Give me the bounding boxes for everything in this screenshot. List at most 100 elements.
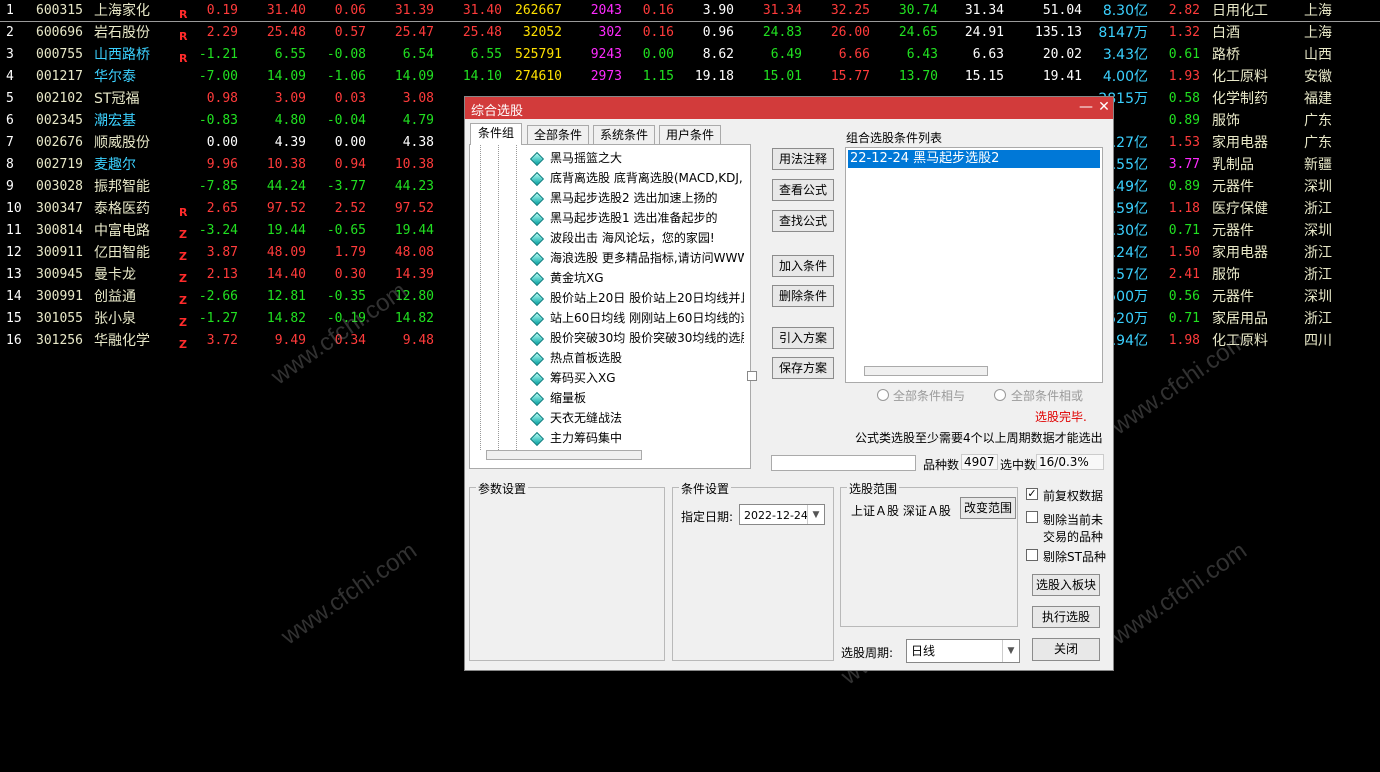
usage-note-button[interactable]: 用法注释 xyxy=(772,148,834,170)
condition-item[interactable]: 主力筹码集中 xyxy=(530,428,622,448)
cell-price: 48.09 xyxy=(266,245,306,260)
condition-item[interactable]: 热点首板选股 xyxy=(530,348,622,368)
cell-code: 301256 xyxy=(36,333,83,348)
cell-chg: 2.29 xyxy=(206,25,238,40)
chevron-down-icon[interactable]: ▼ xyxy=(807,505,824,524)
table-row[interactable]: 4 001217 华尔泰 -7.00 14.09 -1.06 14.09 14.10 27461… xyxy=(0,66,1380,88)
view-formula-button[interactable]: 查看公式 xyxy=(772,179,834,201)
table-row[interactable]: 1 600315 上海家化 R 0.19 31.40 0.06 31.39 31.40 26266… xyxy=(0,0,1380,22)
import-plan-button[interactable]: 引入方案 xyxy=(772,327,834,349)
cell-code: 300991 xyxy=(36,289,83,304)
dialog-titlebar[interactable]: 综合选股 — ✕ xyxy=(465,97,1113,119)
tree-guide-line xyxy=(498,145,499,450)
cell-pe: 51.04 xyxy=(1042,3,1082,18)
cell-flag: Z xyxy=(179,338,187,351)
radio-or[interactable] xyxy=(994,389,1006,401)
cell-pe: 19.41 xyxy=(1042,69,1082,84)
cell-no: 10 xyxy=(6,201,22,216)
cell-pe: 135.13 xyxy=(1035,25,1082,40)
cell-name: 振邦智能 xyxy=(94,179,150,195)
table-row[interactable]: 2 600696 岩石股份 R 2.29 25.48 0.57 25.47 25.48 32052… xyxy=(0,22,1380,44)
condition-item[interactable]: 缩量板 xyxy=(530,388,586,408)
cell-bid: 14.39 xyxy=(394,267,434,282)
condition-gem-icon xyxy=(530,151,545,166)
cell-region: 四川 xyxy=(1304,333,1332,349)
condition-item[interactable]: 海浪选股 更多精品指标,请访问WWW xyxy=(530,248,744,268)
cell-chg: -2.66 xyxy=(198,289,238,304)
close-icon[interactable]: ✕ xyxy=(1095,99,1113,115)
cell-amount: 8147万 xyxy=(1098,25,1148,41)
cell-name: 岩石股份 xyxy=(94,25,150,41)
condition-item-label: 波段出击 海风论坛，您的家园! xyxy=(550,231,715,245)
tab-system-conditions[interactable]: 系统条件 xyxy=(593,125,655,144)
note-text: 公式类选股至少需要4个以上周期数据才能选出 xyxy=(855,431,1103,445)
condition-item[interactable]: 股价站上20日 股价站上20日均线并且 xyxy=(530,288,744,308)
condition-item[interactable]: 筹码买入XG xyxy=(530,368,616,388)
cell-no: 3 xyxy=(6,47,14,62)
condition-item-label: 底背离选股 底背离选股(MACD,KDJ, xyxy=(550,171,743,185)
table-row[interactable]: 3 000755 山西路桥 R -1.21 6.55 -0.08 6.54 6.55 525791… xyxy=(0,44,1380,66)
cell-price: 14.40 xyxy=(266,267,306,282)
change-range-button[interactable]: 改变范围 xyxy=(960,497,1016,519)
cell-chg: -1.21 xyxy=(198,47,238,62)
tree-hscroll[interactable] xyxy=(486,450,642,460)
cell-code: 002345 xyxy=(36,113,83,128)
cell-price: 14.09 xyxy=(266,69,306,84)
tab-all-conditions[interactable]: 全部条件 xyxy=(527,125,589,144)
cell-region: 浙江 xyxy=(1304,201,1332,217)
cell-no: 7 xyxy=(6,135,14,150)
tab-condition-group[interactable]: 条件组 xyxy=(470,123,522,145)
execute-button[interactable]: 执行选股 xyxy=(1032,606,1100,628)
condition-item[interactable]: 底背离选股 底背离选股(MACD,KDJ, xyxy=(530,168,743,188)
cell-prev: 24.91 xyxy=(964,25,1004,40)
cell-low: 6.43 xyxy=(906,47,938,62)
condition-item[interactable]: 黑马起步选股2 选出加速上扬的 xyxy=(530,188,717,208)
cell-code: 300814 xyxy=(36,223,83,238)
chevron-down-icon[interactable]: ▼ xyxy=(1002,640,1019,662)
condition-item[interactable]: 股价突破30均 股价突破30均线的选股 xyxy=(530,328,744,348)
combined-list-item[interactable]: 22-12-24 黑马起步选股2 xyxy=(848,150,1100,168)
cell-speed: 0.16 xyxy=(642,25,674,40)
cell-name: 上海家化 xyxy=(94,3,150,19)
tree-scroll-marker[interactable] xyxy=(747,371,757,381)
cell-industry: 医疗保健 xyxy=(1212,201,1268,217)
to-block-button[interactable]: 选股入板块 xyxy=(1032,574,1100,596)
cell-no: 5 xyxy=(6,91,14,106)
condition-item[interactable]: 站上60日均线 刚刚站上60日均线的选 xyxy=(530,308,744,328)
cell-delta: 0.03 xyxy=(334,91,366,106)
progress-bar xyxy=(771,455,916,471)
date-picker[interactable]: 2022-12-24 ▼ xyxy=(739,504,825,525)
watermark-text: www.cfchi.com xyxy=(276,537,422,651)
delete-condition-button[interactable]: 删除条件 xyxy=(772,285,834,307)
condition-item[interactable]: 天衣无缝战法 xyxy=(530,408,622,428)
condition-item[interactable]: 黑马摇篮之大 xyxy=(530,148,622,168)
param-group-label: 参数设置 xyxy=(476,480,529,497)
find-formula-button[interactable]: 查找公式 xyxy=(772,210,834,232)
cell-low: 13.70 xyxy=(898,69,938,84)
cell-chg: 9.96 xyxy=(206,157,238,172)
cell-open: 6.49 xyxy=(770,47,802,62)
condition-item[interactable]: 波段出击 海风论坛，您的家园! xyxy=(530,228,715,248)
add-condition-button[interactable]: 加入条件 xyxy=(772,255,834,277)
save-plan-button[interactable]: 保存方案 xyxy=(772,357,834,379)
cell-amount: 3.43亿 xyxy=(1102,47,1148,63)
condition-item-label: 缩量板 xyxy=(550,391,587,405)
chk-exclude-untraded[interactable] xyxy=(1026,511,1038,523)
cell-industry: 服饰 xyxy=(1212,267,1240,283)
cell-region: 广东 xyxy=(1304,135,1332,151)
cell-industry: 化工原料 xyxy=(1212,69,1268,85)
radio-and[interactable] xyxy=(877,389,889,401)
cell-cur: 9243 xyxy=(590,47,622,62)
chk-forward-adjust[interactable]: ✓ xyxy=(1026,488,1038,500)
combined-list-hscroll[interactable] xyxy=(864,366,988,376)
condition-item[interactable]: 黑马起步选股1 选出准备起步的 xyxy=(530,208,717,228)
tab-user-conditions[interactable]: 用户条件 xyxy=(659,125,721,144)
condition-gem-icon xyxy=(530,211,545,226)
cell-price: 25.48 xyxy=(266,25,306,40)
condition-item[interactable]: 黄金坑XG xyxy=(530,268,604,288)
period-select[interactable]: 日线 ▼ xyxy=(906,639,1020,663)
close-button[interactable]: 关闭 xyxy=(1032,638,1100,661)
chk-exclude-st[interactable] xyxy=(1026,549,1038,561)
cell-no: 9 xyxy=(6,179,14,194)
minimize-icon[interactable]: — xyxy=(1077,99,1095,115)
